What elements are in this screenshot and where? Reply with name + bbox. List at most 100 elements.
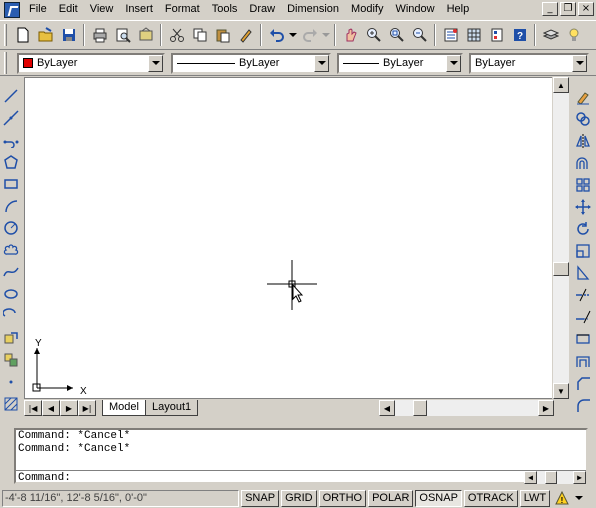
insert-block-icon[interactable] [1,327,21,349]
command-input[interactable] [70,471,524,484]
color-combo[interactable]: ByLayer [17,52,165,74]
help-icon[interactable]: ? [508,24,531,46]
previous-tab-button[interactable]: ◀ [42,400,60,416]
offset-icon[interactable] [573,152,593,174]
close-button[interactable]: × [578,2,594,16]
plotstyle-dropdown-button[interactable] [572,54,587,72]
menu-view[interactable]: View [84,1,120,18]
cut-icon[interactable] [165,24,188,46]
match-properties-icon[interactable] [234,24,257,46]
zoom-previous-icon[interactable] [408,24,431,46]
lineweight-dropdown-button[interactable] [446,54,461,72]
line-icon[interactable] [1,85,21,107]
extend-icon[interactable] [573,306,593,328]
menu-tools[interactable]: Tools [206,1,244,18]
menu-window[interactable]: Window [389,1,440,18]
command-scroll-thumb[interactable] [545,471,557,484]
command-scroll-right-button[interactable]: ▶ [573,471,586,484]
save-icon[interactable] [57,24,80,46]
menu-file[interactable]: File [23,1,53,18]
horizontal-scrollbar[interactable]: ◀ ▶ [379,400,554,416]
stretch-icon[interactable] [573,262,593,284]
redo-icon[interactable] [298,24,321,46]
properties-icon[interactable] [439,24,462,46]
break-icon[interactable] [573,328,593,350]
plotstyle-combo[interactable]: ByLayer [469,52,589,74]
array-icon[interactable] [573,174,593,196]
last-tab-button[interactable]: ▶| [78,400,96,416]
lightbulb-icon[interactable] [562,24,585,46]
make-block-icon[interactable] [1,349,21,371]
open-icon[interactable] [34,24,57,46]
menu-edit[interactable]: Edit [53,1,84,18]
publish-icon[interactable] [134,24,157,46]
print-preview-icon[interactable] [111,24,134,46]
print-icon[interactable] [88,24,111,46]
ellipse-icon[interactable] [1,283,21,305]
polyline-icon[interactable] [1,129,21,151]
snap-toggle[interactable]: SNAP [241,489,280,507]
toolbar-grip[interactable] [4,24,7,46]
rotate-icon[interactable] [573,218,593,240]
hatch-icon[interactable] [1,393,21,415]
zoom-window-icon[interactable] [385,24,408,46]
otrack-toggle[interactable]: OTRACK [463,489,518,507]
lineweight-combo[interactable]: ByLayer [337,52,463,74]
communication-center-icon[interactable]: ! [554,490,570,506]
construction-line-icon[interactable] [1,107,21,129]
mirror-icon[interactable] [573,130,593,152]
command-scroll-left-button[interactable]: ◀ [524,471,537,484]
paste-icon[interactable] [211,24,234,46]
coordinate-display[interactable]: -4'-8 11/16", 12'-8 5/16", 0'-0" [2,489,240,507]
polygon-icon[interactable] [1,151,21,173]
revision-cloud-icon[interactable] [1,239,21,261]
design-center-icon[interactable] [462,24,485,46]
horizontal-scroll-thumb[interactable] [413,400,427,416]
redo-dropdown-arrow-icon[interactable] [321,24,331,46]
scroll-down-button[interactable]: ▼ [553,383,569,399]
osnap-toggle[interactable]: OSNAP [415,489,462,507]
scroll-left-button[interactable]: ◀ [379,400,395,416]
toolbar-grip[interactable] [4,52,7,74]
minimize-button[interactable]: _ [542,2,558,16]
menu-dimension[interactable]: Dimension [281,1,345,18]
scroll-right-button[interactable]: ▶ [538,400,554,416]
tab-model[interactable]: Model [102,400,146,416]
drawing-canvas[interactable]: Y X [24,77,553,399]
undo-dropdown-arrow-icon[interactable] [288,24,298,46]
menu-help[interactable]: Help [441,1,476,18]
color-dropdown-button[interactable] [148,54,163,72]
vertical-scrollbar[interactable]: ▲ ▼ [552,77,569,399]
next-tab-button[interactable]: ▶ [60,400,78,416]
pan-icon[interactable] [339,24,362,46]
command-scrollbar[interactable]: ◀ ▶ [524,471,586,484]
rectangle-icon[interactable] [1,173,21,195]
point-icon[interactable] [1,371,21,393]
lwt-toggle[interactable]: LWT [519,489,551,507]
join-icon[interactable] [573,350,593,372]
layers-icon[interactable] [539,24,562,46]
new-icon[interactable] [11,24,34,46]
menu-insert[interactable]: Insert [119,1,159,18]
ellipse-arc-icon[interactable] [1,305,21,327]
grid-toggle[interactable]: GRID [281,489,317,507]
autocad-app-icon[interactable] [4,1,20,18]
menu-format[interactable]: Format [159,1,206,18]
status-menu-arrow-icon[interactable] [575,496,584,500]
circle-icon[interactable] [1,217,21,239]
tool-palettes-icon[interactable] [485,24,508,46]
tab-layout1[interactable]: Layout1 [144,400,199,416]
trim-icon[interactable] [573,284,593,306]
linetype-combo[interactable]: ByLayer [171,52,331,74]
chamfer-icon[interactable] [573,372,593,394]
ortho-toggle[interactable]: ORTHO [318,489,367,507]
copy-object-icon[interactable] [573,108,593,130]
zoom-realtime-icon[interactable] [362,24,385,46]
linetype-dropdown-button[interactable] [314,54,329,72]
menu-modify[interactable]: Modify [345,1,389,18]
arc-icon[interactable] [1,195,21,217]
vertical-scroll-thumb[interactable] [553,262,569,276]
polar-toggle[interactable]: POLAR [368,489,414,507]
restore-button[interactable]: ❐ [560,2,576,16]
first-tab-button[interactable]: |◀ [24,400,42,416]
